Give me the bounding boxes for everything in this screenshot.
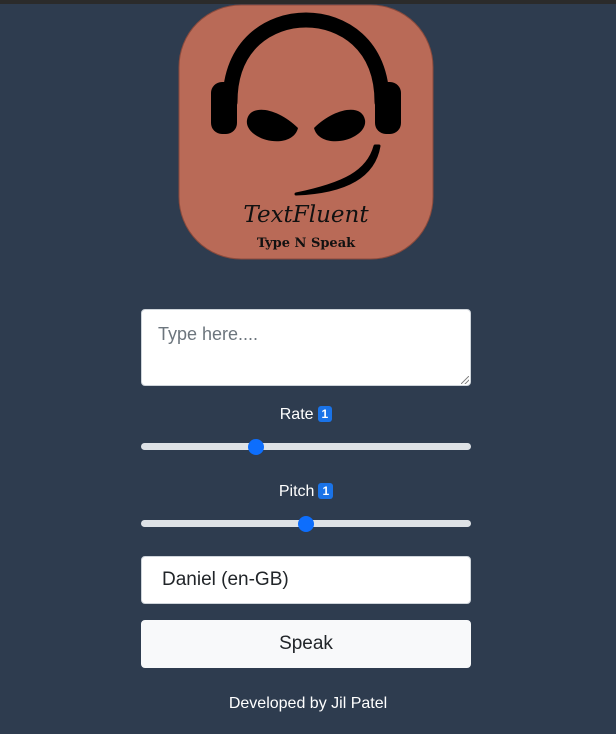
- logo-subtitle: Type N Speak: [256, 236, 356, 251]
- logo-title: TextFluent: [243, 202, 369, 228]
- speak-button[interactable]: Speak: [141, 620, 471, 668]
- pitch-slider-thumb[interactable]: [298, 516, 314, 532]
- rate-label-row: Rate 1: [141, 406, 471, 424]
- rate-slider-track[interactable]: [141, 443, 471, 450]
- rate-value-badge: 1: [317, 406, 333, 422]
- pitch-label: Pitch: [278, 483, 315, 500]
- pitch-value-badge: 1: [318, 483, 334, 499]
- app-logo: TextFluent Type N Speak: [178, 4, 434, 260]
- pitch-label-row: Pitch 1: [141, 483, 471, 501]
- voice-select[interactable]: Daniel (en-GB): [141, 556, 471, 604]
- rate-slider[interactable]: [141, 435, 471, 457]
- rate-label: Rate: [279, 406, 314, 423]
- textarea-resize-handle[interactable]: [461, 376, 469, 384]
- rate-slider-thumb[interactable]: [247, 439, 264, 455]
- text-input[interactable]: [141, 309, 471, 386]
- pitch-slider[interactable]: [141, 512, 471, 534]
- footer-credit: Developed by Jil Patel: [228, 695, 388, 712]
